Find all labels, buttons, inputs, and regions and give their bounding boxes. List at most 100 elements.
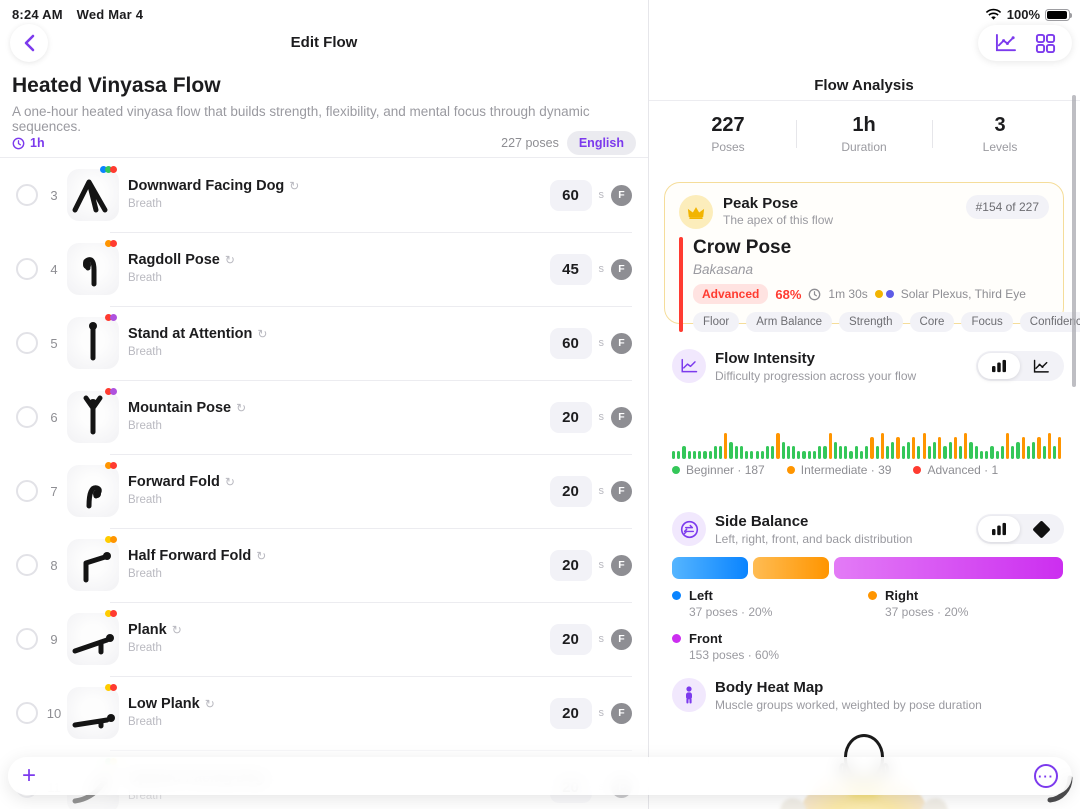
intensity-view-toggle xyxy=(976,351,1064,381)
pose-duration-field[interactable]: 60 xyxy=(550,328,592,359)
pose-select-checkbox[interactable] xyxy=(16,480,38,502)
language-badge[interactable]: English xyxy=(567,131,636,155)
pose-select-checkbox[interactable] xyxy=(16,406,38,428)
pose-select-checkbox[interactable] xyxy=(16,702,38,724)
stat-item: 1h Duration xyxy=(796,114,932,154)
right-panel-scrollbar[interactable] xyxy=(1072,95,1076,387)
pose-select-checkbox[interactable] xyxy=(16,184,38,206)
seconds-unit: s xyxy=(599,707,605,719)
pose-thumbnail[interactable] xyxy=(67,243,119,295)
peak-pose-sanskrit: Bakasana xyxy=(693,262,1080,277)
pose-row[interactable]: 5 Stand at Attention↻ Breath 60 s F xyxy=(0,306,648,380)
stat-item: 3Levels xyxy=(932,114,1068,154)
pose-row[interactable]: 4 Ragdoll Pose↻ Breath 45 s F xyxy=(0,232,648,306)
flow-badge[interactable]: F xyxy=(611,407,632,428)
transition-sync-icon: ↻ xyxy=(257,327,267,341)
pose-row[interactable]: 6 Mountain Pose↻ Breath 20 s F xyxy=(0,380,648,454)
pose-thumbnail[interactable] xyxy=(67,391,119,443)
balance-legend-name: Right xyxy=(885,588,968,603)
pose-row[interactable]: 10 Low Plank↻ Breath 20 s F xyxy=(0,676,648,750)
battery-icon xyxy=(1045,9,1070,21)
flow-badge[interactable]: F xyxy=(611,481,632,502)
flow-badge[interactable]: F xyxy=(611,629,632,650)
stats-row: 227Poses1hDuration3Levels xyxy=(660,114,1068,154)
clock-icon xyxy=(12,137,25,150)
stat-label: Duration xyxy=(796,140,932,154)
pose-row[interactable]: 3 Downward Facing Dog↻ Breath 60 s F xyxy=(0,158,648,232)
pose-row[interactable]: 8 Half Forward Fold↻ Breath 20 s F xyxy=(0,528,648,602)
right-arm xyxy=(919,796,959,809)
flow-badge[interactable]: F xyxy=(611,555,632,576)
pose-name: Stand at Attention xyxy=(128,326,252,342)
peak-position-badge: #154 of 227 xyxy=(966,195,1049,219)
bottom-toolbar: + ··· xyxy=(8,757,1072,795)
pose-duration-field[interactable]: 20 xyxy=(550,550,592,581)
ragdoll-silhouette-icon xyxy=(67,243,119,295)
pose-tag: Confidence xyxy=(1020,312,1080,332)
flow-badge[interactable]: F xyxy=(611,333,632,354)
pose-number: 8 xyxy=(41,558,67,573)
pose-duration-field[interactable]: 45 xyxy=(550,254,592,285)
flow-intensity-header: Flow Intensity Difficulty progression ac… xyxy=(672,349,1064,383)
pose-name: Low Plank xyxy=(128,696,200,712)
chakra-dots xyxy=(102,166,117,173)
hold-clock-icon xyxy=(808,288,821,301)
pose-duration-field[interactable]: 20 xyxy=(550,402,592,433)
chakra-dots xyxy=(107,314,117,321)
peak-pose-card[interactable]: Peak Pose The apex of this flow #154 of … xyxy=(664,182,1064,324)
peak-pose-name: Crow Pose xyxy=(693,237,1080,259)
balance-legend-item: Left 37 poses · 20% xyxy=(672,588,868,619)
bar-view-button[interactable] xyxy=(978,516,1020,542)
diamond-view-button[interactable] xyxy=(1020,516,1062,542)
wifi-icon xyxy=(985,8,1002,21)
pose-duration-field[interactable]: 60 xyxy=(550,180,592,211)
flow-badge[interactable]: F xyxy=(611,185,632,206)
balance-segment-front xyxy=(834,557,1063,579)
pose-thumbnail[interactable] xyxy=(67,465,119,517)
analysis-chart-icon[interactable] xyxy=(994,33,1017,53)
balance-legend: Left 37 poses · 20% Right 37 poses · 20%… xyxy=(672,588,1064,662)
pose-subtitle: Breath xyxy=(128,568,162,580)
intensity-bar-chart xyxy=(672,430,1062,459)
pose-select-checkbox[interactable] xyxy=(16,332,38,354)
low-plank-silhouette-icon xyxy=(67,687,119,739)
pose-tag: Core xyxy=(910,312,955,332)
pose-number: 3 xyxy=(41,188,67,203)
flow-badge[interactable]: F xyxy=(611,259,632,280)
balance-segment-left xyxy=(672,557,748,579)
line-view-button[interactable] xyxy=(1020,353,1062,379)
analysis-title: Flow Analysis xyxy=(648,77,1080,94)
pose-duration-field[interactable]: 20 xyxy=(550,476,592,507)
seconds-unit: s xyxy=(599,485,605,497)
pose-thumbnail[interactable] xyxy=(67,317,119,369)
pose-select-checkbox[interactable] xyxy=(16,554,38,576)
intensity-title: Flow Intensity xyxy=(715,350,916,367)
flow-badge[interactable]: F xyxy=(611,703,632,724)
pose-row[interactable]: 9 Plank↻ Breath 20 s F xyxy=(0,602,648,676)
stat-value: 227 xyxy=(660,114,796,137)
pose-select-checkbox[interactable] xyxy=(16,258,38,280)
status-bar-left: 8:24 AM Wed Mar 4 xyxy=(12,7,143,22)
pose-name: Ragdoll Pose xyxy=(128,252,220,268)
pose-name: Half Forward Fold xyxy=(128,548,251,564)
transition-sync-icon: ↻ xyxy=(225,253,235,267)
stand-silhouette-icon xyxy=(67,317,119,369)
more-options-button[interactable]: ··· xyxy=(1034,764,1058,788)
pose-row[interactable]: 7 Forward Fold↻ Breath 20 s F xyxy=(0,454,648,528)
bar-view-button[interactable] xyxy=(978,353,1020,379)
pose-thumbnail[interactable] xyxy=(67,169,119,221)
add-pose-button[interactable]: + xyxy=(22,764,36,788)
pose-duration-field[interactable]: 20 xyxy=(550,698,592,729)
pose-tag: Floor xyxy=(693,312,739,332)
stat-value: 1h xyxy=(796,114,932,137)
pose-thumbnail[interactable] xyxy=(67,613,119,665)
pose-duration-field[interactable]: 20 xyxy=(550,624,592,655)
side-balance-header: Side Balance Left, right, front, and bac… xyxy=(672,512,1064,546)
pose-select-checkbox[interactable] xyxy=(16,628,38,650)
flow-meta-row: 1h 227 poses English xyxy=(12,131,636,155)
downward-dog-silhouette-icon xyxy=(67,169,119,221)
pose-thumbnail[interactable] xyxy=(67,687,119,739)
pose-thumbnail[interactable] xyxy=(67,539,119,591)
analysis-divider xyxy=(649,100,1080,101)
grid-view-icon[interactable] xyxy=(1035,33,1056,54)
